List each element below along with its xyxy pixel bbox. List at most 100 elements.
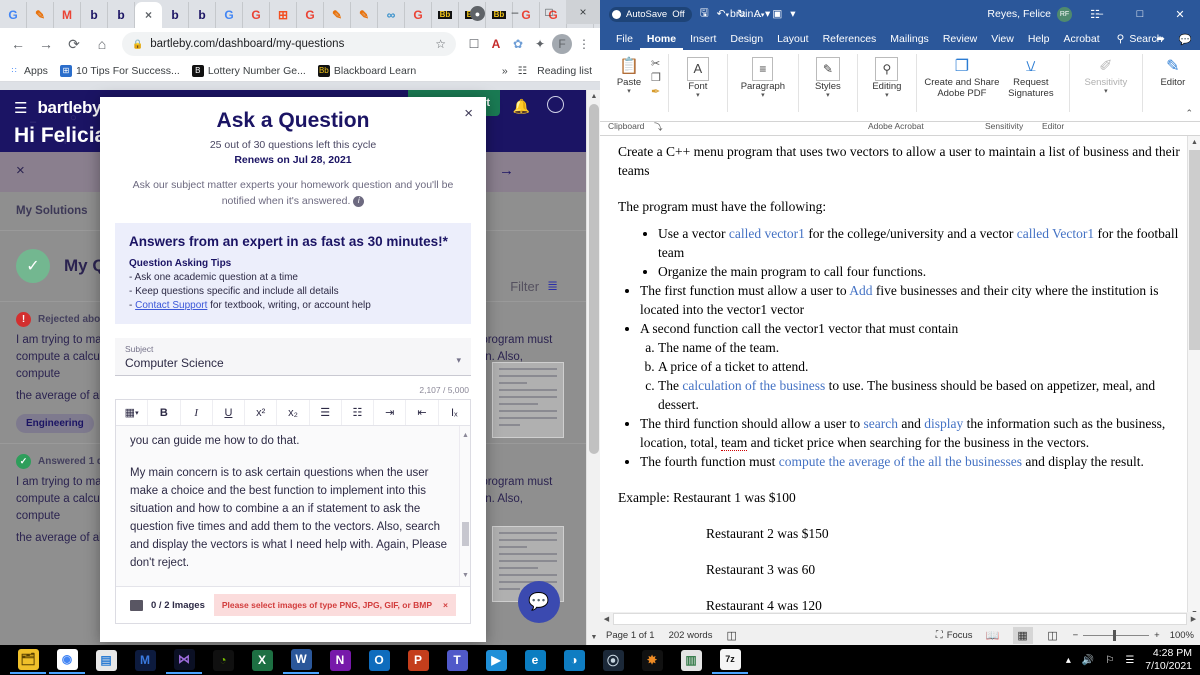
chevron-down-icon[interactable]: ▾ [826, 92, 830, 99]
solution-thumbnail[interactable] [492, 362, 564, 438]
qat-more-icon[interactable]: ▾ [790, 8, 795, 20]
taskbar-file-explorer-button[interactable]: 🗂 [10, 646, 46, 674]
create-and-share-pdf-button[interactable]: ❐ Create and Share Adobe PDF [924, 54, 1000, 99]
chevron-down-icon[interactable]: ▾ [761, 92, 765, 99]
taskbar-sticky-notes-button[interactable]: ▤ [88, 646, 124, 674]
browser-tab[interactable]: b [162, 2, 189, 28]
back-icon[interactable]: ← [6, 32, 30, 56]
reading-list-label[interactable]: Reading list [537, 65, 592, 77]
taskbar-powerpoint-button[interactable]: P [400, 646, 436, 674]
taskbar-movies-button[interactable]: ▶ [478, 646, 514, 674]
browser-tab[interactable]: G [216, 2, 243, 28]
filter-control[interactable]: Filter ≣ [510, 278, 558, 294]
media-cast-icon[interactable]: ☐ [464, 34, 484, 54]
bookmark-item[interactable]: ∷ Apps [8, 65, 47, 77]
tab-references[interactable]: References [816, 28, 884, 50]
taskbar-excel-button[interactable]: X [244, 646, 280, 674]
undo-icon[interactable]: ↶▾ [717, 8, 729, 20]
browser-tab[interactable]: M [54, 2, 81, 28]
zoom-in-button[interactable]: + [1154, 630, 1160, 641]
page-scrollbar[interactable]: ▲ ▼ [586, 90, 600, 645]
proofing-icon[interactable]: ◫ [726, 629, 736, 642]
save-icon[interactable]: 🖫 [700, 5, 709, 23]
taskbar-malwarebytes-button[interactable]: M [127, 646, 163, 674]
browser-tab[interactable]: b [81, 2, 108, 28]
browser-tab[interactable]: G [0, 2, 27, 28]
bullet-list-icon[interactable]: ☰ [310, 400, 342, 425]
tab-layout[interactable]: Layout [770, 28, 816, 50]
document-scrollbar[interactable]: ▲ ▼ [1187, 136, 1200, 620]
forward-icon[interactable]: → [34, 32, 58, 56]
zoom-level[interactable]: 100% [1170, 630, 1194, 641]
editor-text-area[interactable]: you can guide me how to do that. My main… [116, 426, 470, 586]
subscript-icon[interactable]: x₂ [277, 400, 310, 425]
clear-format-icon[interactable]: Iₓ [439, 400, 470, 425]
zoom-track[interactable] [1083, 630, 1150, 641]
close-icon[interactable]: × [464, 105, 473, 122]
bookmark-star-icon[interactable]: ☆ [435, 37, 446, 51]
browser-tab[interactable]: ✎ [27, 2, 54, 28]
extensions-puzzle-icon[interactable]: ✦ [530, 34, 550, 54]
document-canvas[interactable]: Create a C++ menu program that uses two … [600, 136, 1200, 620]
document-name[interactable]: brain... ▾ [730, 8, 770, 20]
chevron-down-icon[interactable]: ▾ [885, 92, 889, 99]
browser-maximize-button[interactable]: □ [532, 0, 566, 24]
tab-mailings[interactable]: Mailings [883, 28, 936, 50]
scroll-up-arrow[interactable]: ▲ [587, 90, 601, 104]
bookmarks-overflow-button[interactable]: » [502, 65, 508, 77]
chevron-down-icon[interactable]: ▾ [456, 355, 461, 366]
page-indicator[interactable]: Page 1 of 1 [606, 630, 655, 641]
browser-tab[interactable]: ✎ [351, 2, 378, 28]
profile-chip[interactable]: ● [470, 6, 485, 21]
browser-tab[interactable]: G [297, 2, 324, 28]
web-layout-icon[interactable]: ◫ [1043, 627, 1063, 644]
picture-icon[interactable]: ▣ [772, 8, 782, 20]
browser-tab[interactable]: Bb [432, 2, 459, 28]
taskbar-word-button[interactable]: W [283, 646, 319, 674]
editor-scroll-thumb[interactable] [462, 522, 469, 546]
underline-icon[interactable]: U [213, 400, 246, 425]
autosave-toggle[interactable]: AutoSave Off [609, 6, 692, 22]
browser-tab[interactable]: G [243, 2, 270, 28]
grammarly-extension-icon[interactable]: ✿ [508, 34, 528, 54]
browser-minimize-button[interactable]: – [498, 0, 532, 24]
taskbar-7zip-button[interactable]: 7z [712, 646, 748, 674]
tab-design[interactable]: Design [723, 28, 770, 50]
bell-icon[interactable]: 🔔 [513, 98, 530, 115]
share-icon[interactable]: ➦ [1156, 33, 1165, 46]
address-bar[interactable]: 🔒 bartleby.com/dashboard/my-questions ☆ [122, 32, 456, 56]
editor-scroll-up[interactable]: ▲ [460, 427, 470, 445]
format-painter-icon[interactable]: ✒ [651, 85, 661, 98]
bold-icon[interactable]: B [148, 400, 181, 425]
browser-tab[interactable]: × [135, 2, 162, 28]
chevron-down-icon[interactable]: ▾ [696, 92, 700, 99]
outdent-icon[interactable]: ⇤ [406, 400, 439, 425]
avatar[interactable]: F [552, 34, 572, 54]
print-layout-icon[interactable]: ▦ [1012, 627, 1033, 644]
banner-arrow-icon[interactable]: → [499, 162, 514, 179]
contact-support-link[interactable]: Contact Support [135, 300, 207, 311]
taskbar-edge-button[interactable]: ◑ [556, 646, 592, 674]
taskbar-edge-legacy-button[interactable]: e [517, 646, 553, 674]
browser-tab[interactable]: ✎ [324, 2, 351, 28]
taskbar-xsplit-button[interactable]: ✸ [634, 646, 670, 674]
hscroll-right-arrow[interactable]: ▶ [1187, 615, 1200, 623]
browser-tab[interactable]: b [108, 2, 135, 28]
document-hscrollbar[interactable]: ◀ ▶ [600, 612, 1200, 626]
subject-select[interactable]: Subject Computer Science ▾ [115, 338, 471, 376]
superscript-icon[interactable]: x² [245, 400, 278, 425]
taskbar-nvidia-button[interactable]: ◔ [205, 646, 241, 674]
collapse-ribbon-icon[interactable]: ⌃ [1185, 108, 1193, 119]
taskbar-chrome-button[interactable]: ◉ [49, 646, 85, 674]
signal-icon[interactable]: ☰ [1125, 655, 1134, 666]
bookmark-item[interactable]: B Lottery Number Ge... [191, 64, 306, 77]
word-count[interactable]: 202 words [669, 630, 713, 641]
editor-scroll-down[interactable]: ▼ [460, 567, 470, 585]
scroll-thumb[interactable] [589, 104, 599, 454]
scroll-down-arrow[interactable]: ▼ [587, 631, 601, 645]
read-mode-icon[interactable]: 📖 [983, 627, 1003, 644]
tab-insert[interactable]: Insert [683, 28, 723, 50]
browser-tab[interactable]: ∞ [378, 2, 405, 28]
tab-file[interactable]: File [609, 28, 640, 50]
info-icon[interactable]: i [353, 195, 365, 207]
